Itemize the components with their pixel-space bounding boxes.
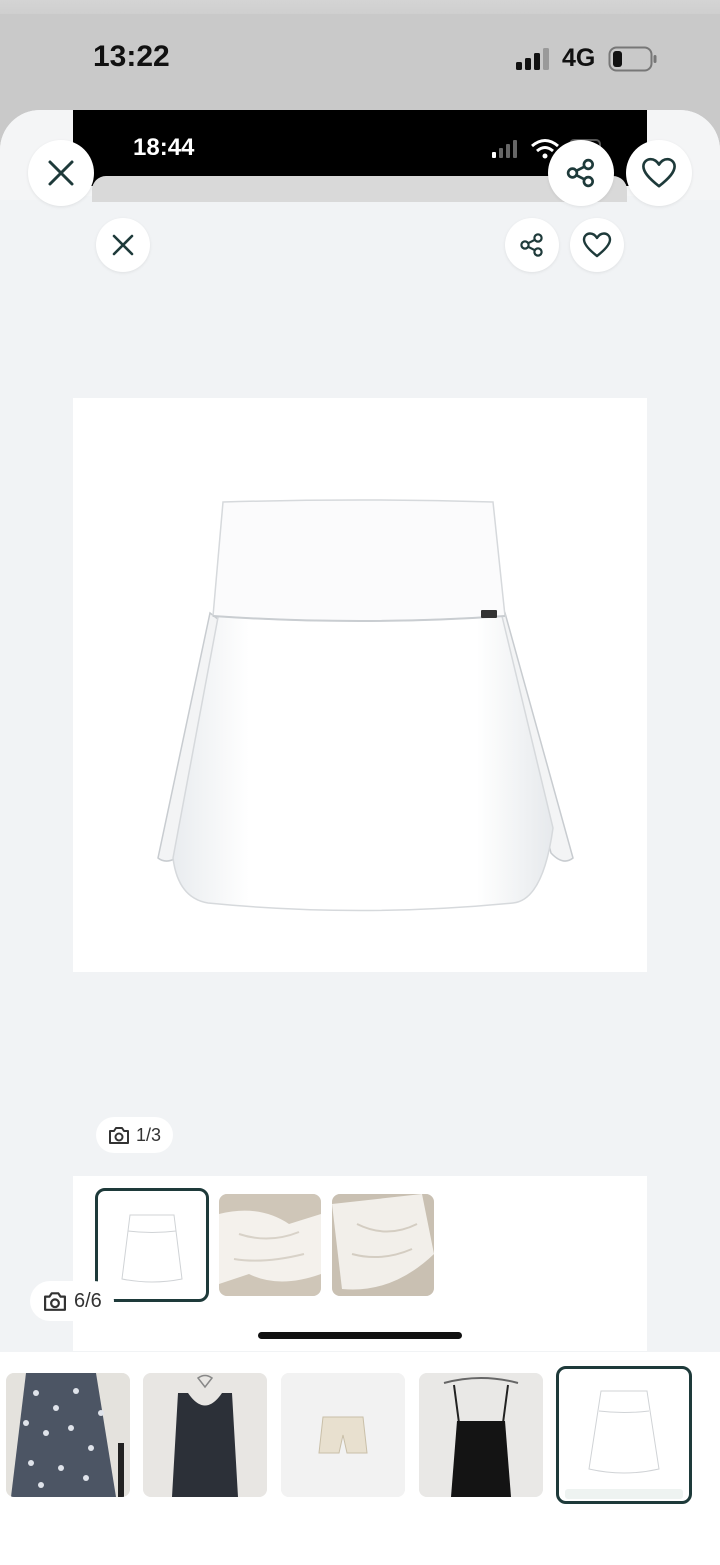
thumbnail-5[interactable] xyxy=(556,1366,692,1504)
inner-share-button[interactable] xyxy=(505,218,559,272)
close-icon xyxy=(48,160,74,186)
product-image[interactable] xyxy=(73,398,647,972)
inner-photo-counter: 1/3 xyxy=(96,1117,174,1153)
thumbnail-3[interactable] xyxy=(281,1373,405,1497)
inner-favorite-button[interactable] xyxy=(570,218,624,272)
thumbnail-1[interactable] xyxy=(6,1373,130,1497)
dark-top-photo xyxy=(143,1373,267,1497)
signal-icon xyxy=(516,48,549,70)
skirt-thumbnail xyxy=(565,1390,683,1499)
counter-text: 6/6 xyxy=(74,1289,102,1312)
thumbnail-2[interactable] xyxy=(143,1373,267,1497)
inner-status-time: 18:44 xyxy=(133,134,195,161)
inner-thumbnail-2[interactable] xyxy=(219,1194,321,1296)
fabric-photo xyxy=(332,1194,434,1296)
inner-sheet-handle xyxy=(92,176,627,202)
floral-dress-photo xyxy=(6,1373,130,1497)
heart-icon xyxy=(582,232,612,258)
heart-icon xyxy=(642,157,676,188)
inner-close-button[interactable] xyxy=(96,218,150,272)
skirt-image xyxy=(157,499,574,912)
network-type: 4G xyxy=(562,44,596,72)
share-icon xyxy=(520,233,543,257)
close-icon xyxy=(112,234,134,256)
thumbnail-4[interactable] xyxy=(419,1373,543,1497)
close-button[interactable] xyxy=(28,140,94,206)
share-button[interactable] xyxy=(548,140,614,206)
beige-shorts-photo xyxy=(281,1373,405,1497)
status-time: 13:22 xyxy=(93,40,170,73)
inner-thumbnail-1[interactable] xyxy=(95,1188,209,1302)
fabric-photo xyxy=(219,1194,321,1296)
share-icon xyxy=(566,158,594,188)
camera-icon xyxy=(109,1127,129,1144)
camera-icon xyxy=(44,1292,66,1311)
photo-counter: 6/6 xyxy=(30,1281,114,1321)
inner-counter-text: 1/3 xyxy=(136,1124,162,1145)
inner-thumbnail-3[interactable] xyxy=(332,1194,434,1296)
skirt-thumbnail xyxy=(121,1214,183,1283)
favorite-button[interactable] xyxy=(626,140,692,206)
black-camisole-photo xyxy=(419,1373,543,1497)
home-indicator xyxy=(258,1332,462,1339)
battery-icon xyxy=(608,46,657,72)
